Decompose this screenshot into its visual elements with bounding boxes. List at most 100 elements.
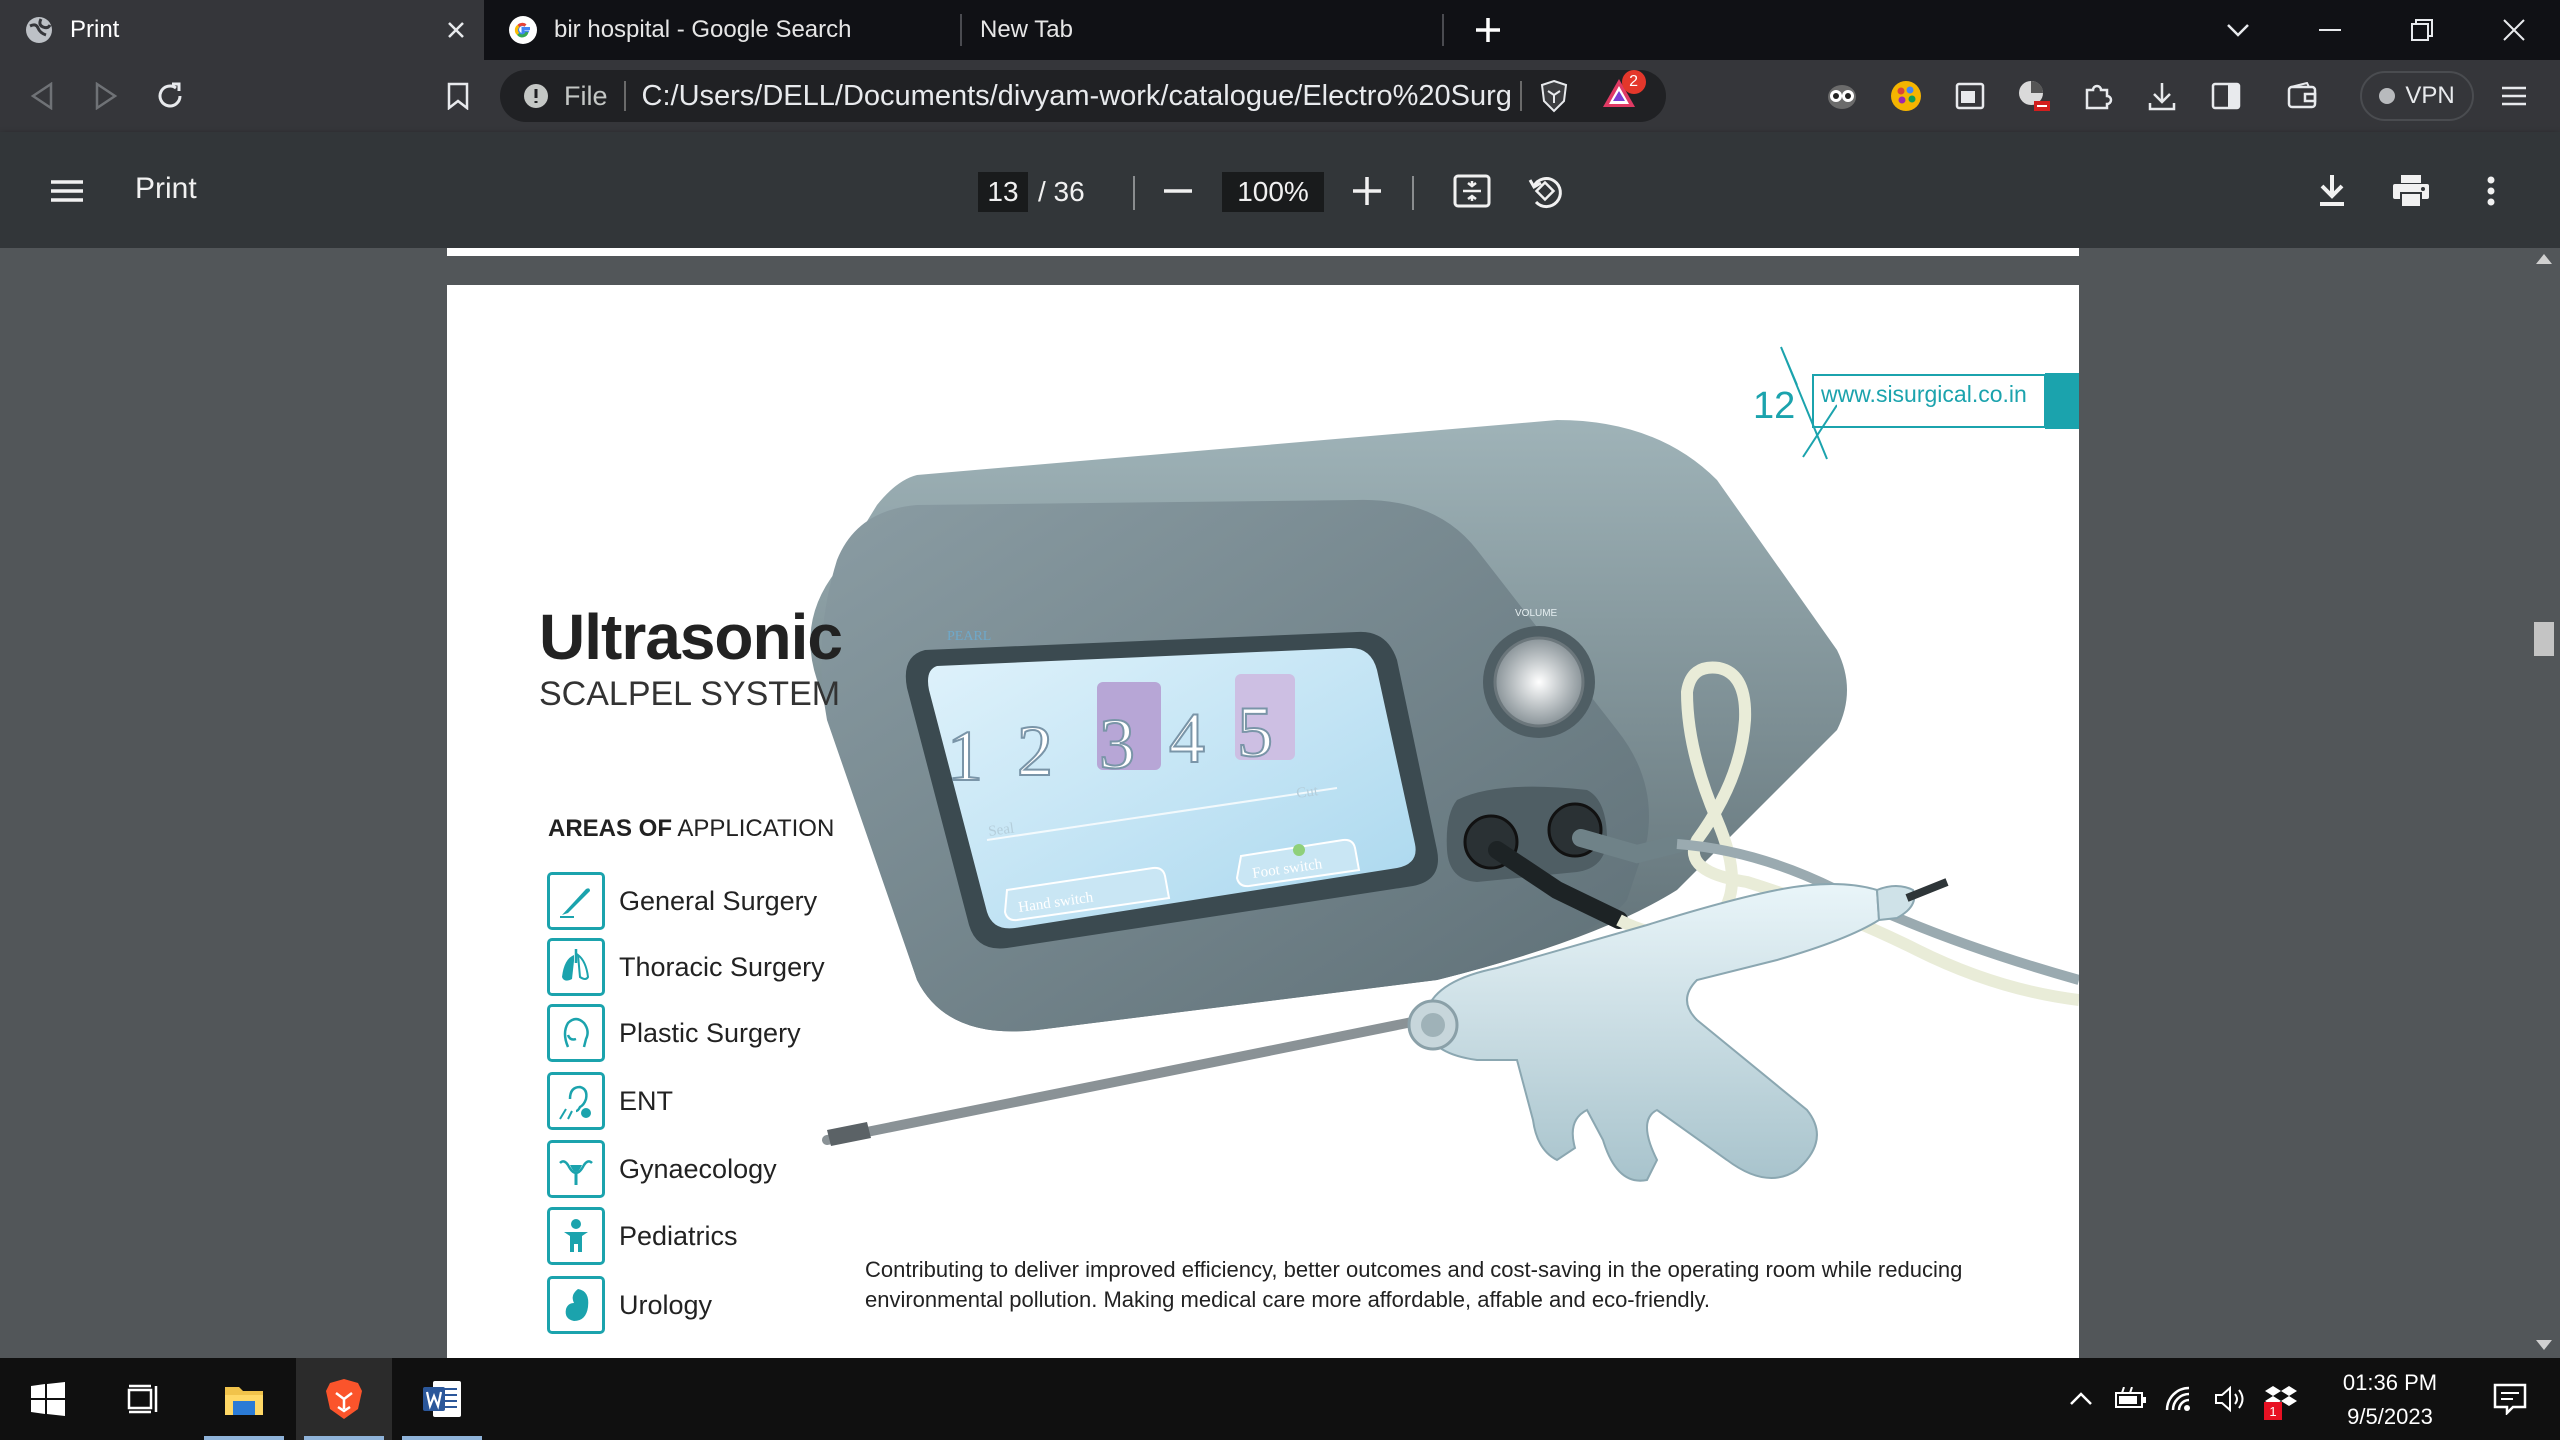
downloads-button[interactable] (2140, 74, 2184, 118)
task-view-button[interactable] (96, 1358, 192, 1440)
tab-new-tab[interactable]: New Tab (962, 0, 1442, 60)
pdf-title: Print (135, 172, 197, 205)
extension-owl-button[interactable] (1820, 74, 1864, 118)
wallet-icon (2287, 82, 2317, 109)
window-icon (1955, 82, 1985, 110)
close-window-button[interactable] (2476, 0, 2552, 60)
action-center-button[interactable] (2470, 1358, 2550, 1440)
area-item-gynaecology: Gynaecology (547, 1140, 777, 1198)
pdf-menu-button[interactable] (42, 166, 92, 216)
url-separator (623, 81, 626, 111)
power-level-1: 1 (947, 716, 983, 796)
bookmark-button[interactable] (436, 74, 480, 118)
download-pdf-button[interactable] (2307, 166, 2357, 216)
previous-page-edge (447, 248, 2079, 256)
restore-button[interactable] (2384, 0, 2460, 60)
new-tab-button[interactable] (1448, 0, 1528, 60)
face-outline-icon (547, 1004, 605, 1062)
page-number-input[interactable]: 13 (978, 172, 1028, 212)
system-clock[interactable]: 01:36 PM 9/5/2023 (2320, 1366, 2460, 1434)
tab-separator (1442, 14, 1444, 46)
area-label: General Surgery (619, 885, 818, 916)
word-icon (423, 1381, 461, 1417)
word-button[interactable] (394, 1358, 490, 1440)
chevron-up-icon (2070, 1392, 2092, 1405)
device-brand-text: PEARL (947, 629, 991, 644)
sidebar-icon (2211, 82, 2241, 110)
scroll-thumb[interactable] (2534, 622, 2554, 656)
address-bar[interactable]: File C:/Users/DELL/Documents/divyam-work… (500, 70, 1666, 122)
notification-icon (2493, 1383, 2527, 1415)
tab-label: New Tab (980, 16, 1073, 43)
back-button[interactable] (20, 74, 64, 118)
taskbar: 1 01:36 PM 9/5/2023 (0, 1358, 2560, 1440)
minimize-icon (2319, 29, 2341, 31)
printer-icon (2393, 175, 2429, 207)
brave-browser-button[interactable] (296, 1358, 392, 1440)
minimize-button[interactable] (2292, 0, 2368, 60)
tab-search-button[interactable] (2200, 0, 2276, 60)
info-icon (524, 84, 548, 108)
url-text[interactable]: C:/Users/DELL/Documents/divyam-work/cata… (642, 80, 1510, 113)
more-actions-button[interactable] (2466, 166, 2516, 216)
area-label: Plastic Surgery (619, 1017, 801, 1048)
bookmark-icon (447, 82, 469, 110)
plus-icon (1476, 18, 1500, 42)
browser-menu-button[interactable] (2492, 74, 2536, 118)
wifi-icon (2165, 1386, 2190, 1411)
download-icon (2320, 175, 2344, 206)
battery-button[interactable] (2106, 1358, 2156, 1440)
scroll-up-arrow-icon[interactable] (2536, 254, 2552, 264)
url-separator (1519, 81, 1522, 111)
wallet-button[interactable] (2280, 74, 2324, 118)
brave-rewards-button[interactable]: 2 (1600, 70, 1646, 116)
power-level-4: 4 (1169, 698, 1205, 778)
area-label: ENT (619, 1085, 673, 1116)
pdf-page: 12 www.sisurgical.co.in PEARL 1 2 3 4 5 … (447, 285, 2079, 1358)
dropbox-button[interactable]: 1 (2256, 1358, 2306, 1440)
website-link[interactable]: www.sisurgical.co.in (1821, 381, 2027, 408)
scroll-down-arrow-icon[interactable] (2536, 1340, 2552, 1350)
extension-pie-button[interactable] (2012, 74, 2056, 118)
network-button[interactable] (2156, 1358, 2206, 1440)
sidebar-toggle-button[interactable] (2204, 74, 2248, 118)
extensions-button[interactable] (2076, 74, 2120, 118)
pdf-scrollbar[interactable] (2528, 248, 2560, 1358)
brave-shields-icon[interactable] (1538, 79, 1570, 113)
battery-charging-icon (2115, 1387, 2146, 1408)
rotate-button[interactable] (1520, 166, 1570, 216)
show-hidden-icons-button[interactable] (2056, 1358, 2106, 1440)
product-caption: Contributing to deliver improved efficie… (865, 1257, 1963, 1312)
zoom-out-button[interactable] (1153, 166, 1203, 216)
toolbar-divider (1412, 176, 1414, 210)
zoom-level-input[interactable]: 100% (1222, 172, 1324, 212)
toolbar-divider (1133, 176, 1135, 210)
area-item-general-surgery: General Surgery (547, 872, 817, 930)
ultrasonic-scalpel-device-image: PEARL 1 2 3 4 5 Seal Cut Hand switch Foo… (810, 420, 2079, 1182)
cut-label: Cut (1295, 783, 1320, 802)
file-explorer-button[interactable] (196, 1358, 292, 1440)
close-tab-icon[interactable] (440, 14, 472, 46)
extension-window-button[interactable] (1948, 74, 1992, 118)
vpn-status-dot-icon (2379, 88, 2396, 104)
forward-button[interactable] (84, 74, 128, 118)
print-button[interactable] (2386, 166, 2436, 216)
zoom-in-button[interactable] (1342, 166, 1392, 216)
volume-button[interactable] (2206, 1358, 2256, 1440)
hamburger-icon (51, 180, 83, 202)
tab-google-search[interactable]: bir hospital - Google Search (484, 0, 960, 60)
tab-print[interactable]: Print (0, 0, 484, 60)
start-button[interactable] (0, 1358, 96, 1440)
google-icon (509, 16, 537, 44)
reload-icon (158, 82, 182, 108)
more-vertical-icon (2487, 176, 2495, 206)
reload-button[interactable] (148, 74, 192, 118)
fit-to-page-button[interactable] (1447, 166, 1497, 216)
windows-logo-icon (31, 1382, 65, 1416)
browser-toolbar: File C:/Users/DELL/Documents/divyam-work… (0, 60, 2560, 132)
vpn-button[interactable]: VPN (2360, 71, 2474, 121)
pdf-viewer[interactable]: 12 www.sisurgical.co.in PEARL 1 2 3 4 5 … (0, 248, 2560, 1358)
forward-arrow-icon (95, 82, 118, 110)
extension-palette-button[interactable] (1884, 74, 1928, 118)
rotate-icon (1528, 177, 1562, 209)
